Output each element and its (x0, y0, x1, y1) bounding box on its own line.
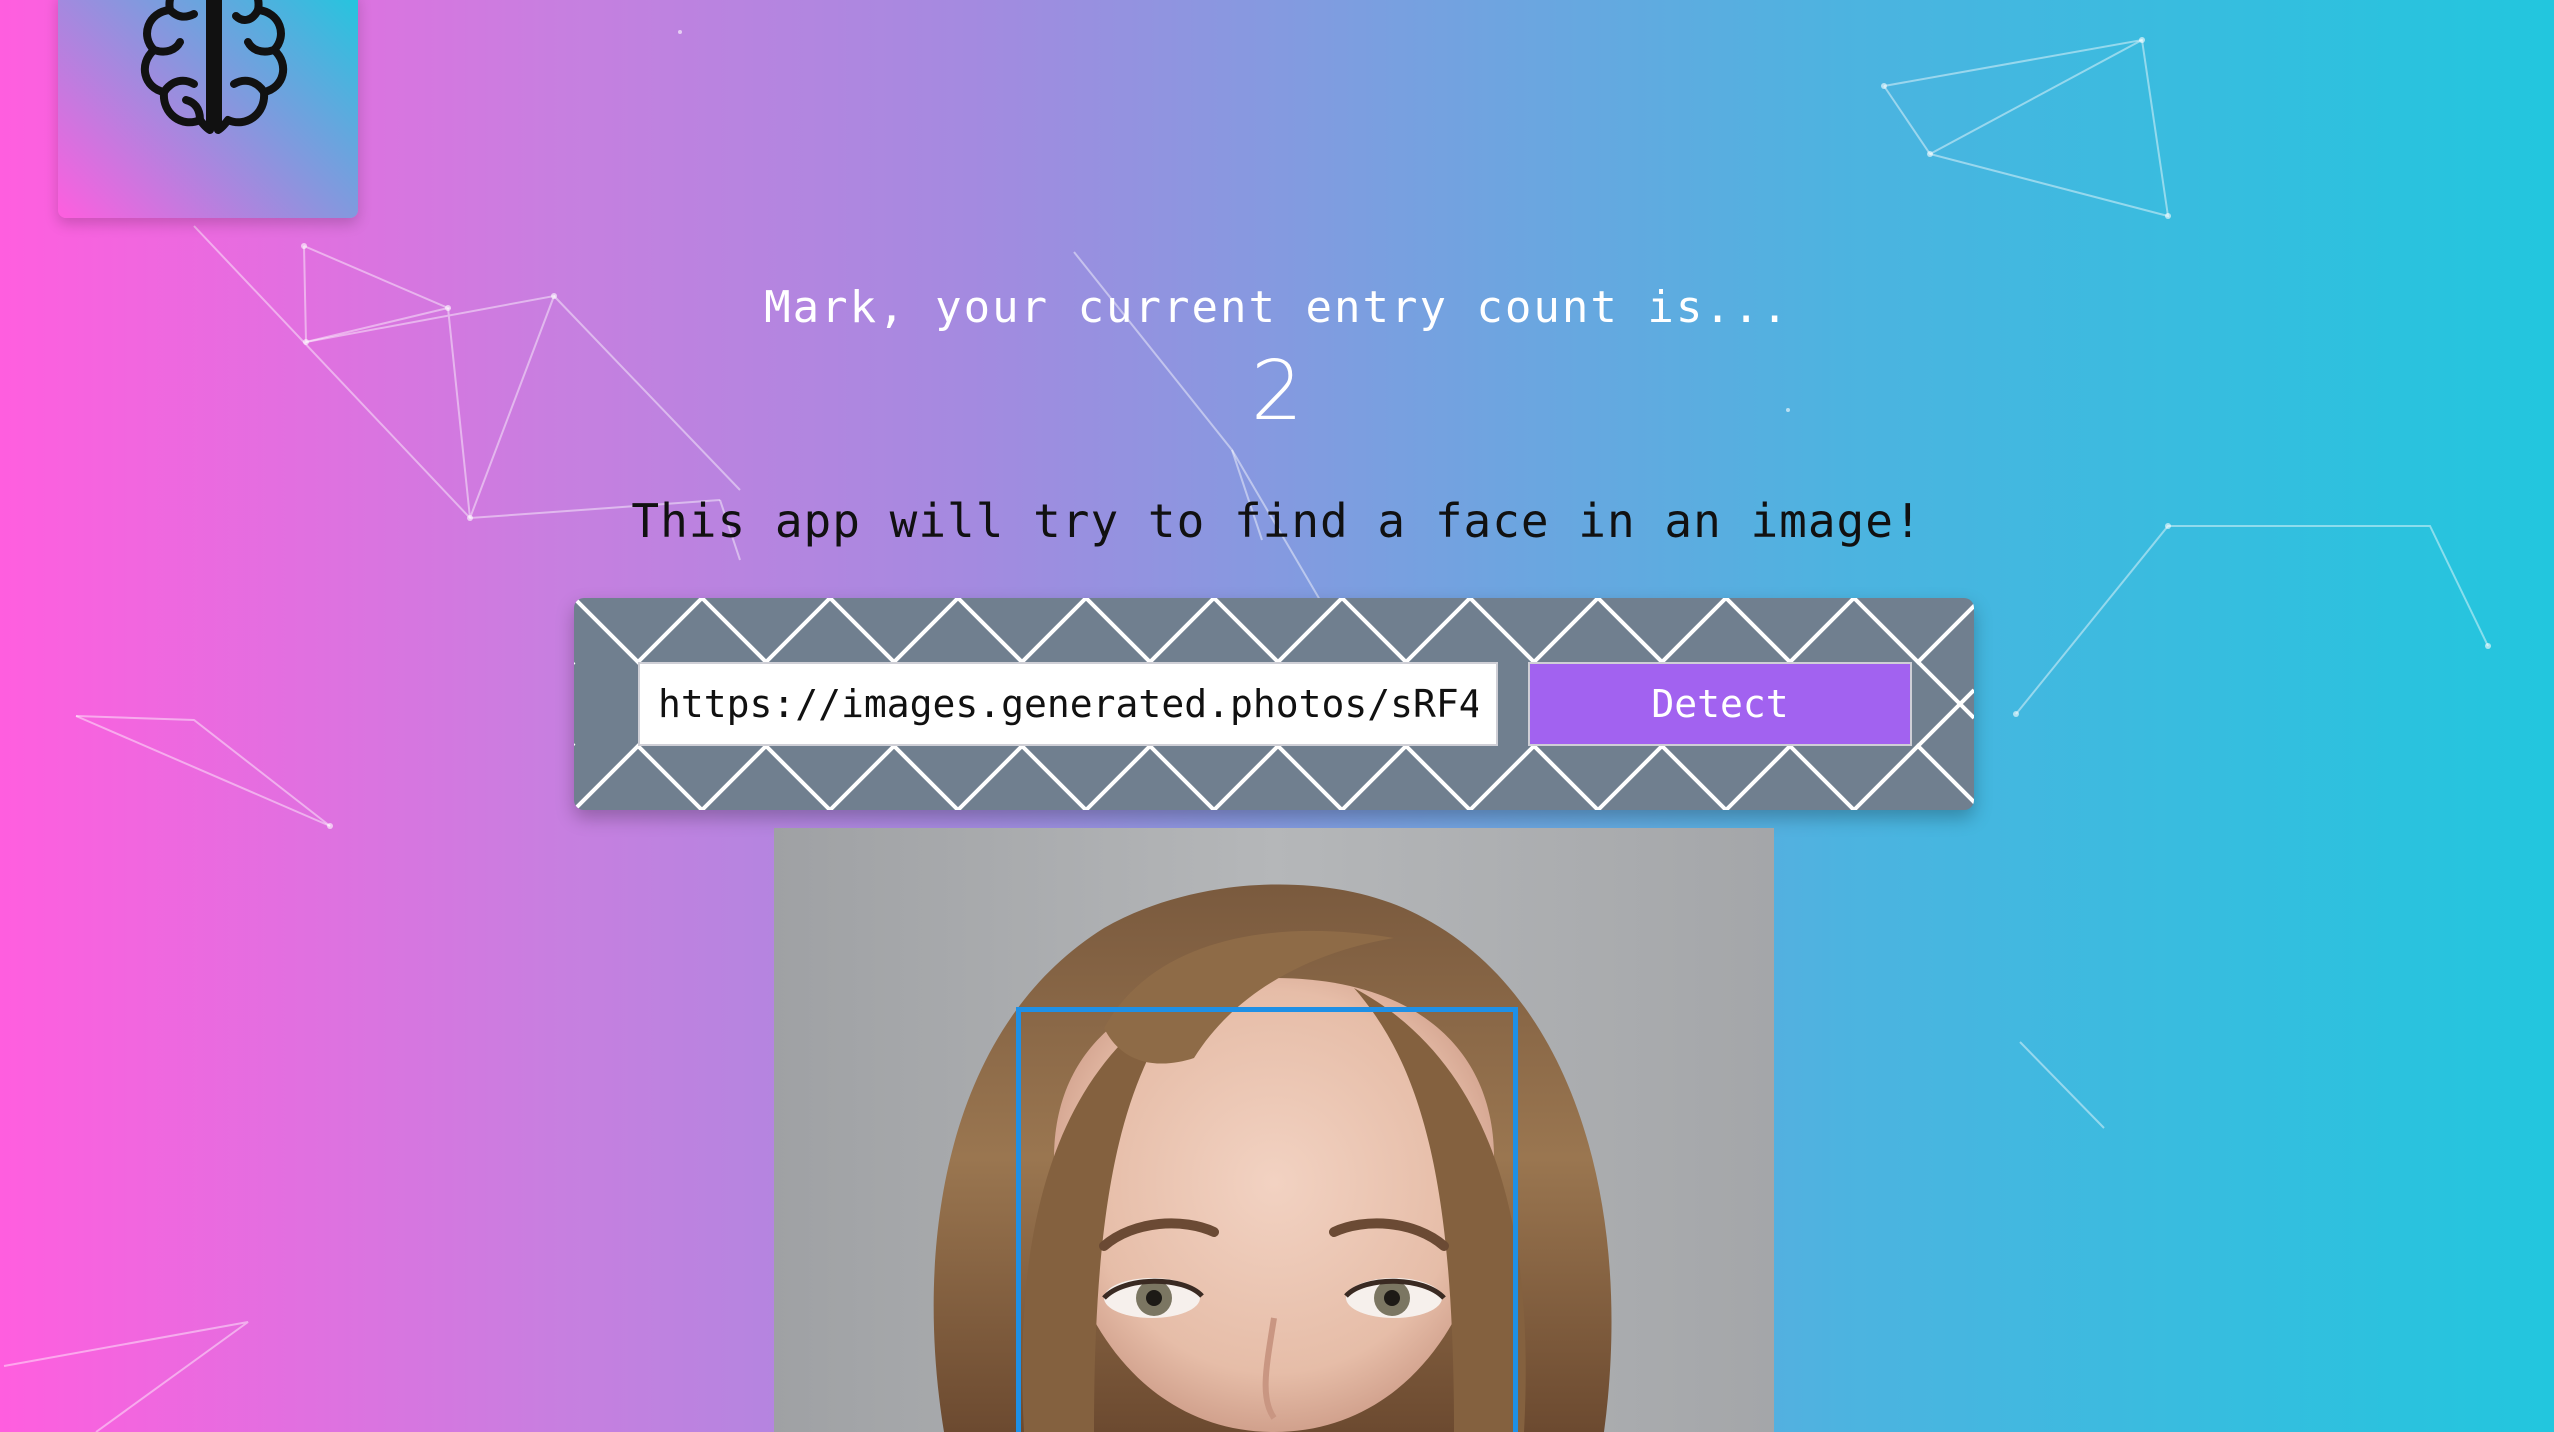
image-url-input[interactable] (638, 662, 1498, 746)
result-image (774, 828, 1774, 1432)
logo-tile (58, 0, 358, 218)
app-description: This app will try to find a face in an i… (631, 494, 1923, 548)
entry-count-value: 2 (1250, 344, 1304, 439)
face-bounding-box (1016, 1007, 1518, 1432)
detect-button[interactable]: Detect (1528, 662, 1912, 746)
image-url-form: Detect (574, 598, 1974, 810)
entry-count-label: Mark, your current entry count is... (764, 282, 1790, 333)
brain-icon (141, 0, 287, 134)
